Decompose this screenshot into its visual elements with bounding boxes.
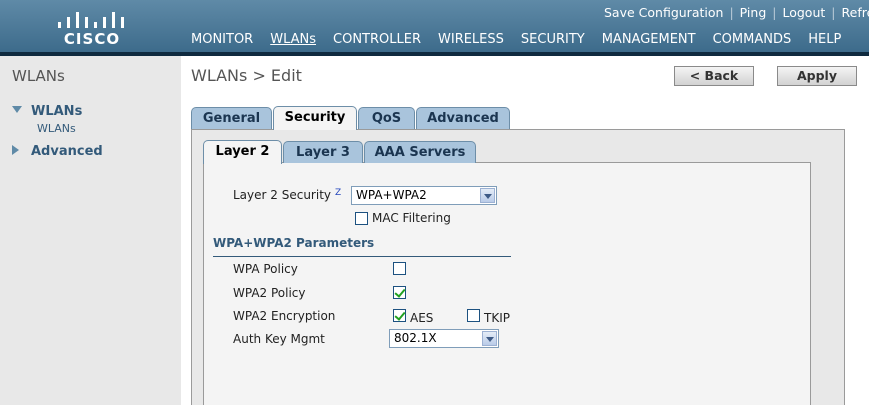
nav-controller[interactable]: CONTROLLER: [333, 32, 421, 47]
wpa2-policy-label: WPA2 Policy: [233, 286, 306, 300]
sidebar-item-label: WLANs: [31, 104, 83, 119]
mac-filtering-label: MAC Filtering: [372, 211, 451, 225]
logo-text: CISCO: [63, 30, 121, 48]
nav-monitor[interactable]: MONITOR: [191, 32, 253, 47]
sidebar-title: WLANs: [12, 67, 65, 85]
auth-key-mgmt-select[interactable]: 802.1X: [389, 329, 499, 348]
apply-button[interactable]: Apply: [777, 66, 857, 86]
subtab-layer3[interactable]: Layer 3: [283, 141, 363, 163]
tab-qos[interactable]: QoS: [358, 107, 415, 129]
cisco-bridge-icon: [58, 8, 126, 28]
nav-wireless[interactable]: WIRELESS: [438, 32, 504, 47]
auth-key-mgmt-label: Auth Key Mgmt: [233, 332, 325, 346]
help-link[interactable]: Z: [335, 188, 341, 198]
utility-links: Save Configuration|Ping|Logout|Refresh: [604, 5, 869, 20]
expanded-arrow-icon: [12, 106, 22, 113]
logout-link[interactable]: Logout: [782, 5, 825, 20]
dropdown-arrow-icon: [482, 331, 497, 346]
layer2-security-label: Layer 2 Security Z: [233, 188, 342, 202]
aes-checkbox[interactable]: [393, 309, 406, 322]
tab-general[interactable]: General: [191, 107, 272, 129]
subtab-layer2[interactable]: Layer 2: [203, 140, 282, 164]
nav-commands[interactable]: COMMANDS: [713, 32, 792, 47]
tkip-label: TKIP: [484, 311, 510, 325]
wpa-policy-checkbox[interactable]: [393, 262, 406, 275]
aes-label: AES: [410, 311, 434, 325]
nav-management[interactable]: MANAGEMENT: [602, 32, 696, 47]
select-value: 802.1X: [394, 331, 437, 345]
mac-filtering-checkbox[interactable]: [355, 212, 368, 225]
sidebar-item-advanced[interactable]: Advanced: [12, 144, 103, 159]
ping-link[interactable]: Ping: [740, 5, 767, 20]
sidebar-subitem-wlans[interactable]: WLANs: [37, 122, 76, 135]
tab-security[interactable]: Security: [273, 106, 357, 130]
main-nav: MONITOR WLANs CONTROLLER WIRELESS SECURITY MA…: [191, 32, 858, 47]
sidebar-item-label: Advanced: [31, 144, 103, 159]
dropdown-arrow-icon: [480, 188, 495, 203]
collapsed-arrow-icon: [12, 145, 19, 155]
wpa2-policy-checkbox[interactable]: [393, 286, 406, 299]
tab-advanced[interactable]: Advanced: [416, 107, 510, 129]
wpa-policy-label: WPA Policy: [233, 262, 298, 276]
save-configuration-link[interactable]: Save Configuration: [604, 5, 723, 20]
wpa-parameters-heading: WPA+WPA2 Parameters: [213, 236, 375, 250]
sidebar-item-wlans[interactable]: WLANs: [12, 104, 82, 119]
nav-help[interactable]: HELP: [808, 32, 841, 47]
page-title: WLANs > Edit: [191, 66, 302, 85]
sidebar: WLANs WLANs WLANs Advanced: [0, 56, 181, 405]
tkip-checkbox[interactable]: [467, 309, 480, 322]
section-divider: [213, 256, 511, 257]
nav-security[interactable]: SECURITY: [521, 32, 585, 47]
cisco-logo: CISCO: [54, 6, 130, 48]
nav-wlans[interactable]: WLANs: [270, 32, 316, 47]
subtab-aaa-servers[interactable]: AAA Servers: [364, 141, 476, 163]
select-value: WPA+WPA2: [356, 188, 427, 202]
top-header-bar: CISCO Save Configuration | Ping | Logout | Ref…: [0, 0, 869, 52]
refresh-link[interactable]: Refresh: [842, 5, 869, 20]
layer2-security-select[interactable]: WPA+WPA2: [351, 186, 497, 205]
wpa2-encryption-label: WPA2 Encryption: [233, 309, 336, 323]
back-button[interactable]: < Back: [674, 66, 754, 86]
